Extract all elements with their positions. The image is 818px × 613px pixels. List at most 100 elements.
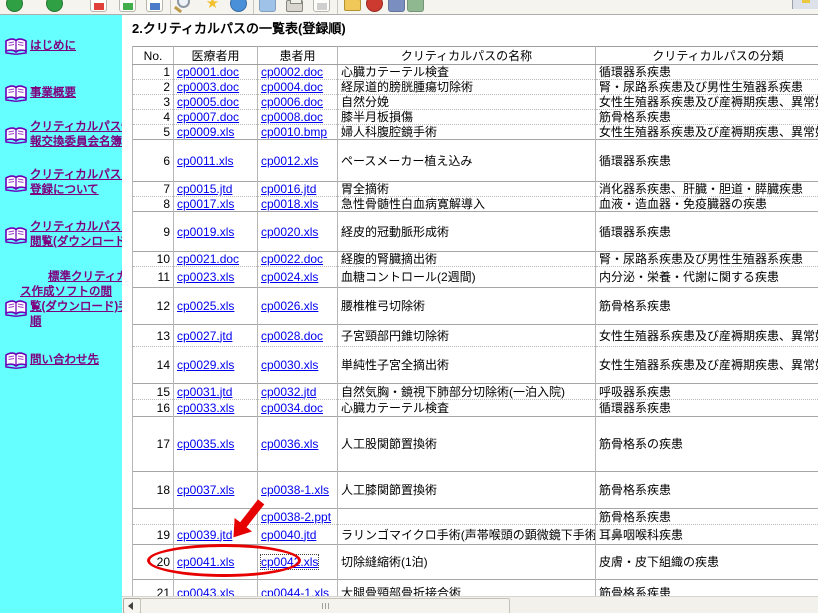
medical-file-link[interactable]: cp0035.xls: [177, 437, 234, 451]
stop-icon[interactable]: [90, 0, 107, 12]
patient-file-link[interactable]: cp0042.xls: [261, 555, 318, 569]
sidebar-item-jigyou-gaiyou[interactable]: 事業概要: [0, 86, 122, 101]
sidebar-link[interactable]: はじめに: [30, 40, 76, 52]
medical-file-cell: cp0009.xls: [174, 125, 258, 140]
medical-file-link[interactable]: cp0011.xls: [177, 154, 233, 168]
patient-file-link[interactable]: cp0034.doc: [261, 401, 323, 415]
row-number: 16: [133, 400, 174, 417]
sidebar-item-hajimeni[interactable]: はじめに: [0, 39, 122, 54]
medical-file-link[interactable]: cp0039.jtd: [177, 528, 232, 542]
search-icon[interactable]: [177, 0, 190, 8]
path-category: 腎・尿路系疾患及び男性生殖器系疾患: [596, 80, 818, 95]
medical-file-link[interactable]: cp0009.xls: [177, 125, 234, 139]
patient-file-link[interactable]: cp0012.xls: [261, 154, 318, 168]
home-icon[interactable]: [146, 0, 163, 12]
sidebar-item-etsuran-download[interactable]: クリティカルパスの閲覧(ダウンロード): [0, 220, 122, 250]
scroll-left-button[interactable]: [123, 598, 141, 613]
medical-file-cell: cp0037.xls: [174, 472, 258, 509]
path-name: 子宮頸部円錐切除術: [338, 325, 596, 347]
path-category: 筋骨格系疾患: [596, 509, 818, 525]
medical-file-link[interactable]: cp0007.doc: [177, 110, 239, 124]
medical-file-link[interactable]: cp0005.doc: [177, 95, 239, 109]
print-icon[interactable]: [286, 0, 303, 12]
horizontal-scrollbar[interactable]: [122, 596, 818, 613]
scrollbar-thumb[interactable]: [140, 598, 510, 613]
medical-file-link[interactable]: cp0019.xls: [177, 225, 234, 239]
patient-file-link[interactable]: cp0040.jtd: [261, 528, 316, 542]
medical-file-link[interactable]: cp0037.xls: [177, 483, 234, 497]
medical-file-link[interactable]: cp0001.doc: [177, 65, 239, 79]
patient-file-link[interactable]: cp0024.xls: [261, 270, 318, 284]
media-icon[interactable]: [230, 0, 247, 12]
medical-file-link[interactable]: cp0025.xls: [177, 299, 234, 313]
patient-file-link[interactable]: cp0002.doc: [261, 65, 323, 79]
sidebar-link[interactable]: 標準クリティカルパ: [48, 271, 122, 283]
sidebar-link[interactable]: 報交換委員会名簿: [30, 136, 122, 148]
patient-file-cell: cp0038-1.xls: [258, 472, 338, 509]
patient-file-link[interactable]: cp0036.xls: [261, 437, 318, 451]
patient-file-link[interactable]: cp0020.xls: [261, 225, 318, 239]
patient-file-cell: cp0036.xls: [258, 417, 338, 472]
table-row: 18cp0037.xlscp0038-1.xls人工膝関節置換術筋骨格系疾患: [133, 472, 818, 509]
history-icon[interactable]: [259, 0, 276, 12]
chart-icon[interactable]: [388, 0, 405, 12]
patient-file-link[interactable]: cp0026.xls: [261, 299, 318, 313]
path-category: 循環器系疾患: [596, 65, 818, 80]
medical-file-link[interactable]: cp0029.xls: [177, 358, 234, 372]
sidebar-link[interactable]: 閲覧(ダウンロード): [30, 236, 122, 248]
sidebar-item-toiawase[interactable]: 問い合わせ先: [0, 353, 122, 368]
table-row: 12cp0025.xlscp0026.xls腰椎椎弓切除術筋骨格系疾患: [133, 288, 818, 325]
edit-icon[interactable]: [313, 0, 330, 12]
patient-file-link[interactable]: cp0018.xls: [261, 197, 318, 211]
sidebar-link[interactable]: 登録について: [30, 184, 99, 196]
sidebar-item-sakusei-soft[interactable]: 標準クリティカルパス作成ソフトの閲覧(ダウンロード)手順: [0, 270, 122, 330]
medical-file-link[interactable]: cp0027.jtd: [177, 329, 232, 343]
path-name: 膝半月板損傷: [338, 110, 596, 125]
sidebar-link[interactable]: ス作成ソフトの閲: [20, 286, 112, 298]
medical-file-link[interactable]: cp0017.xls: [177, 197, 234, 211]
sidebar-link[interactable]: 覧(ダウンロード)手: [30, 301, 122, 313]
sidebar-link[interactable]: 問い合わせ先: [30, 354, 99, 366]
medical-file-cell: cp0035.xls: [174, 417, 258, 472]
patient-file-link[interactable]: cp0008.doc: [261, 110, 323, 124]
sidebar-link[interactable]: クリティカルパスの: [30, 221, 122, 233]
patient-file-link[interactable]: cp0028.doc: [261, 329, 323, 343]
path-name: 人工股関節置換術: [338, 417, 596, 472]
patient-file-link[interactable]: cp0016.jtd: [261, 182, 316, 196]
sidebar-item-touroku[interactable]: クリティカルパスの登録について: [0, 168, 122, 198]
patient-file-link[interactable]: cp0032.jtd: [261, 385, 316, 399]
path-name: 腰椎椎弓切除術: [338, 288, 596, 325]
medical-file-link[interactable]: cp0021.doc: [177, 252, 239, 266]
patient-file-link[interactable]: cp0030.xls: [261, 358, 318, 372]
medical-file-link[interactable]: cp0015.jtd: [177, 182, 232, 196]
medical-file-link[interactable]: cp0033.xls: [177, 401, 234, 415]
sidebar-link[interactable]: 事業概要: [30, 87, 76, 99]
messenger-icon[interactable]: [366, 0, 383, 12]
patient-file-link[interactable]: cp0038-2.ppt: [261, 510, 331, 524]
sidebar-link[interactable]: クリティカルパス情: [30, 121, 122, 133]
medical-file-link[interactable]: cp0041.xls: [177, 555, 234, 569]
table-row: 2cp0003.doccp0004.doc経尿道的膀胱腫瘍切除術腎・尿路系疾患及…: [133, 80, 818, 95]
medical-file-link[interactable]: cp0023.xls: [177, 270, 234, 284]
patient-file-link[interactable]: cp0004.doc: [261, 80, 323, 94]
mail-folder-icon[interactable]: [344, 0, 361, 11]
patient-file-link[interactable]: cp0022.doc: [261, 252, 323, 266]
table-row: 3cp0005.doccp0006.doc自然分娩女性生殖器系疾患及び産褥期疾患…: [133, 95, 818, 110]
patient-file-cell: cp0034.doc: [258, 400, 338, 417]
path-category: 消化器系疾患、肝臓・胆道・膵臓疾患: [596, 182, 818, 197]
forward-icon[interactable]: [46, 0, 63, 12]
sidebar-link[interactable]: 順: [30, 316, 42, 328]
sidebar-item-iinkai-meibo[interactable]: クリティカルパス情報交換委員会名簿: [0, 120, 122, 150]
refresh-icon[interactable]: [119, 0, 136, 12]
back-icon[interactable]: [6, 0, 23, 12]
table-row: 19cp0039.jtdcp0040.jtdラリンゴマイクロ手術(声帯喉頭の顕微…: [133, 525, 818, 545]
medical-file-link[interactable]: cp0003.doc: [177, 80, 239, 94]
patient-file-link[interactable]: cp0038-1.xls: [261, 483, 329, 497]
favorites-icon[interactable]: ★: [204, 0, 221, 12]
patient-file-link[interactable]: cp0010.bmp: [261, 125, 327, 139]
medical-file-link[interactable]: cp0031.jtd: [177, 385, 232, 399]
row-number: 14: [133, 347, 174, 384]
sidebar-link[interactable]: クリティカルパスの: [30, 169, 122, 181]
patient-file-link[interactable]: cp0006.doc: [261, 95, 323, 109]
media-player-icon[interactable]: [407, 0, 424, 12]
